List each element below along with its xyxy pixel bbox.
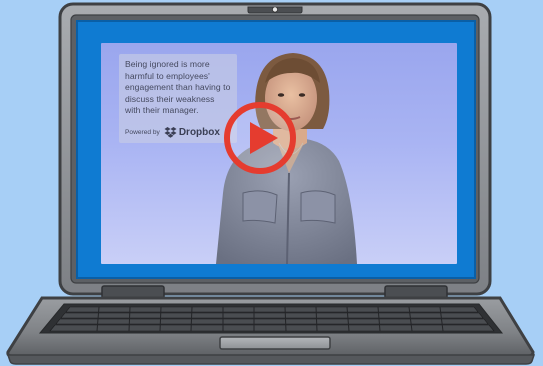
caption-card: Being ignored is more harmful to employe… [119, 54, 237, 143]
play-button[interactable] [222, 100, 298, 176]
webcam-icon [271, 6, 278, 13]
illustration-stage: Being ignored is more harmful to employe… [0, 0, 543, 366]
dropbox-icon [164, 127, 177, 138]
powered-by-label: Powered by [125, 129, 160, 136]
keyboard [49, 306, 495, 332]
trackpad [219, 336, 331, 350]
caption-text: Being ignored is more harmful to employe… [125, 59, 231, 116]
powered-by-row: Powered by Dropbox [125, 127, 220, 138]
video-player[interactable]: Being ignored is more harmful to employe… [101, 43, 457, 264]
dropbox-wordmark: Dropbox [178, 127, 220, 138]
